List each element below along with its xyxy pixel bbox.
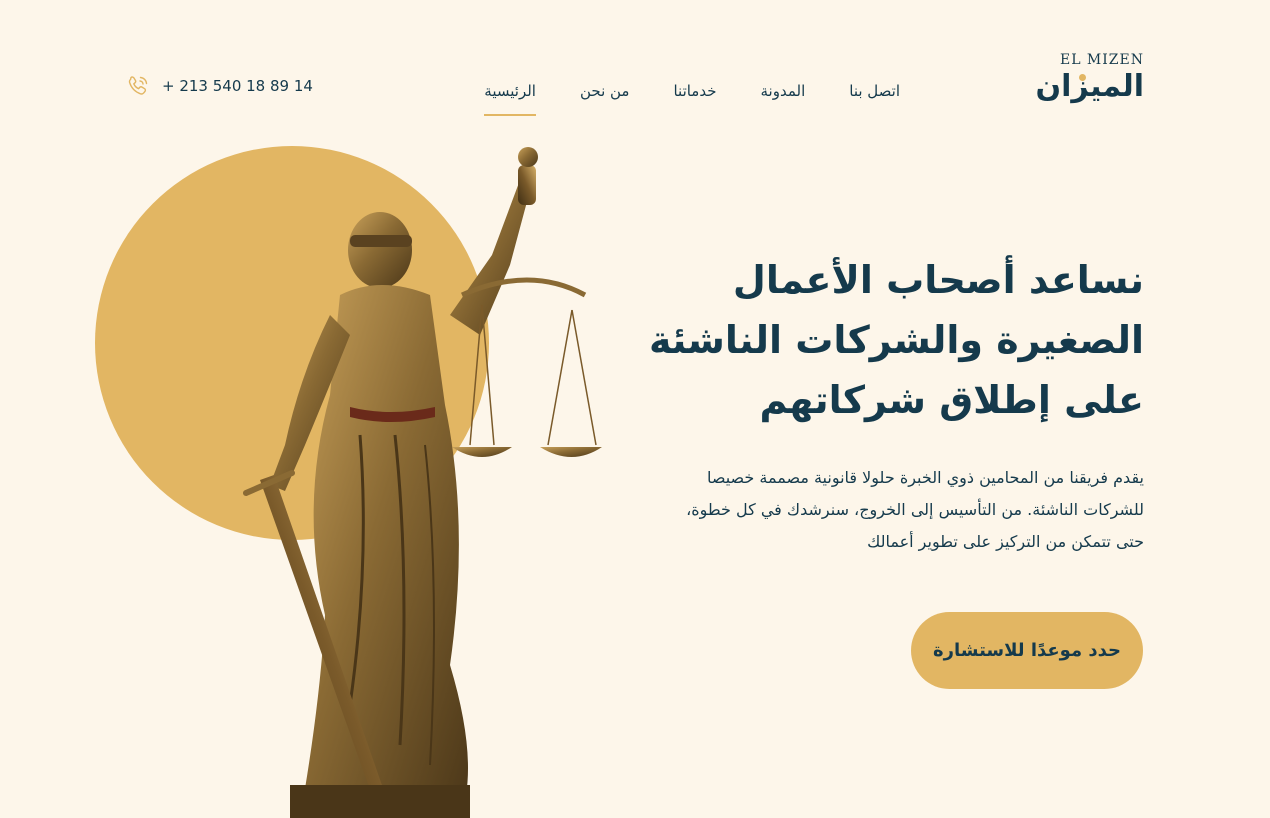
phone-icon	[128, 76, 148, 95]
nav-item-contact[interactable]: اتصل بنا	[849, 78, 900, 110]
nav-item-home[interactable]: الرئيسية	[484, 78, 536, 116]
logo-arabic-text: الميزان	[1035, 69, 1144, 104]
hero-title: نساعد أصحاب الأعمال الصغيرة والشركات الن…	[648, 258, 1144, 422]
nav-item-services[interactable]: خدماتنا	[673, 78, 716, 110]
header-phone[interactable]: + 213 540 18 89 14	[126, 74, 313, 98]
lady-justice-statue	[243, 147, 602, 818]
nav-item-blog[interactable]: المدونة	[761, 78, 806, 110]
main-nav: الرئيسية من نحن خدماتنا المدونة اتصل بنا	[440, 78, 900, 116]
landing-page: EL MIZEN الميزان الرئيسية من نحن خدماتنا…	[0, 0, 1270, 818]
logo-accent-dot	[1079, 74, 1086, 81]
book-consultation-button[interactable]: حدد موعدًا للاستشارة	[911, 612, 1143, 689]
nav-item-about[interactable]: من نحن	[580, 78, 630, 110]
logo-latin-text: EL MIZEN	[1059, 52, 1144, 68]
phone-number: + 213 540 18 89 14	[162, 77, 313, 95]
brand-logo[interactable]: EL MIZEN الميزان	[1035, 52, 1144, 110]
hero-description: يقدم فريقنا من المحامين ذوي الخبرة حلولا…	[686, 468, 1144, 551]
